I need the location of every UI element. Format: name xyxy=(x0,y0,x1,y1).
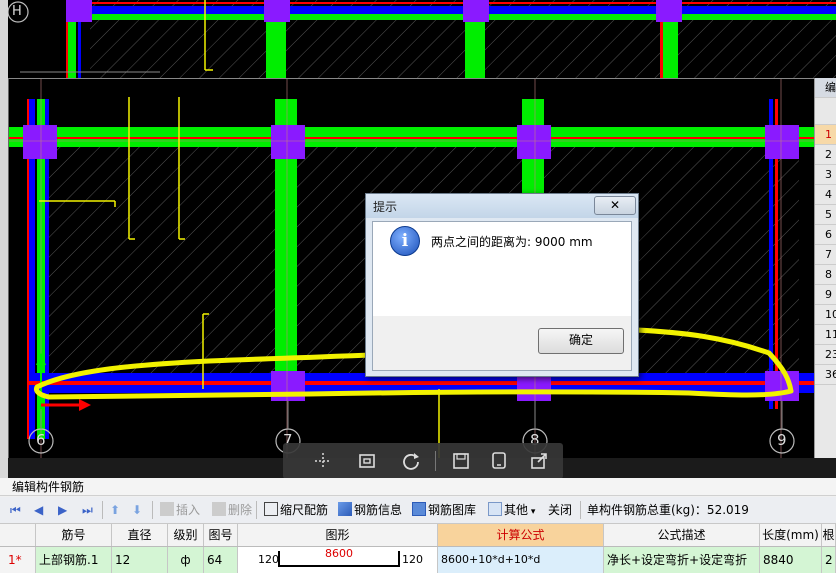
right-panel-row[interactable]: 9 xyxy=(815,285,836,305)
export-icon[interactable] xyxy=(529,451,549,471)
other-icon xyxy=(488,502,502,516)
scale-icon xyxy=(264,502,278,516)
col-header[interactable]: 公式描述 xyxy=(604,524,760,546)
rebar-library-button[interactable]: 钢筋图库 xyxy=(412,501,476,519)
col-header[interactable]: 计算公式 xyxy=(438,524,604,546)
col-header[interactable]: 图号 xyxy=(204,524,238,546)
cell-grade[interactable]: ф xyxy=(168,547,204,573)
dialog-close-button[interactable]: ✕ xyxy=(594,196,636,215)
col-header[interactable]: 级别 xyxy=(168,524,204,546)
message-dialog: 提示 ✕ i 两点之间的距离为: 9000 mm 确定 xyxy=(365,193,639,377)
cad-drawing-top xyxy=(7,0,836,78)
rebar-grid-header: 筋号 直径(mm) 级别 图号 图形 计算公式 公式描述 长度(mm) 根 xyxy=(0,524,836,564)
shape-mid-length: 8600 xyxy=(325,547,353,560)
cell-shape[interactable]: 120 8600 120 xyxy=(238,547,438,573)
cell-name[interactable]: 上部钢筋.1 xyxy=(36,547,112,573)
right-panel-row[interactable]: 36 xyxy=(815,365,836,385)
right-panel-row[interactable]: 6 xyxy=(815,225,836,245)
prev-record-icon[interactable]: ◀ xyxy=(34,501,43,519)
info-icon: i xyxy=(390,226,420,256)
screen-icon[interactable] xyxy=(489,451,509,471)
row-index[interactable]: 1* xyxy=(0,547,36,573)
axis-label-6: 6 xyxy=(36,431,46,449)
col-header[interactable]: 直径(mm) xyxy=(112,524,168,564)
right-panel-row[interactable]: 7 xyxy=(815,245,836,265)
other-menu-button[interactable]: 其他 ▾ xyxy=(488,501,535,519)
panel-title: 编辑构件钢筋 xyxy=(0,478,836,496)
floating-view-toolbar xyxy=(283,443,563,479)
right-panel-row[interactable]: 3 xyxy=(815,165,836,185)
shape-right-length: 120 xyxy=(402,553,423,566)
right-side-panel: 编 1 2 3 4 5 6 7 8 9 10 11 23 36 xyxy=(814,78,836,458)
shape-left-length: 120 xyxy=(258,553,279,566)
col-header[interactable]: 根 xyxy=(822,524,836,546)
rebar-library-icon xyxy=(412,502,426,516)
first-record-icon[interactable]: ⏮ xyxy=(10,501,21,519)
right-panel-row[interactable]: 2 xyxy=(815,145,836,165)
insert-icon xyxy=(160,502,174,516)
total-weight-label: 单构件钢筋总重(kg)：52.019 xyxy=(587,503,749,517)
cell-count[interactable]: 2 xyxy=(822,547,836,573)
fit-view-icon[interactable] xyxy=(357,451,377,471)
chevron-down-icon: ▾ xyxy=(528,507,536,517)
insert-button[interactable]: 插入 xyxy=(160,501,200,519)
row-header-corner xyxy=(0,524,36,546)
rebar-info-button[interactable]: 钢筋信息 xyxy=(338,501,402,519)
rebar-info-icon xyxy=(338,502,352,516)
last-record-icon[interactable]: ⏭ xyxy=(82,501,93,519)
delete-button[interactable]: 删除 xyxy=(212,501,252,519)
right-panel-row[interactable]: 5 xyxy=(815,205,836,225)
right-panel-row[interactable]: 10 xyxy=(815,305,836,325)
right-panel-row[interactable]: 8 xyxy=(815,265,836,285)
rebar-toolbar: ⏮ ◀ ▶ ⏭ ⬆ ⬇ 插入 删除 缩尺配筋 钢筋信息 钢筋图库 其他 ▾ 关闭… xyxy=(0,497,836,524)
right-panel-row[interactable]: 1 xyxy=(815,125,836,145)
cell-length[interactable]: 8840 xyxy=(760,547,822,573)
right-panel-header: 编 xyxy=(815,78,836,98)
move-down-icon[interactable]: ⬇ xyxy=(132,501,142,519)
axis-label-h: H xyxy=(12,4,22,19)
scale-rebar-button[interactable]: 缩尺配筋 xyxy=(264,501,328,519)
dialog-title: 提示 xyxy=(373,200,398,214)
col-header[interactable]: 长度(mm) xyxy=(760,524,822,546)
delete-icon xyxy=(212,502,226,516)
dialog-message: 两点之间的距离为: 9000 mm xyxy=(431,235,593,249)
close-button[interactable]: 关闭 xyxy=(548,501,572,519)
col-header[interactable]: 筋号 xyxy=(36,524,112,546)
col-header[interactable]: 图形 xyxy=(238,524,438,546)
left-frame-strip xyxy=(0,0,8,490)
table-row[interactable]: 1* 上部钢筋.1 12 ф 64 120 8600 120 8600+10*d… xyxy=(0,547,836,573)
cad-canvas-top[interactable]: H xyxy=(0,0,836,78)
cell-diameter[interactable]: 12 xyxy=(112,547,168,573)
ok-button[interactable]: 确定 xyxy=(538,328,624,354)
move-up-icon[interactable]: ⬆ xyxy=(110,501,120,519)
cell-description[interactable]: 净长+设定弯折+设定弯折 xyxy=(604,547,760,573)
save-icon[interactable] xyxy=(451,451,471,471)
cell-figure-no[interactable]: 64 xyxy=(204,547,238,573)
axis-label-9: 9 xyxy=(777,431,787,449)
next-record-icon[interactable]: ▶ xyxy=(58,501,67,519)
cell-formula[interactable]: 8600+10*d+10*d xyxy=(438,547,604,573)
pan-icon[interactable] xyxy=(313,451,333,471)
right-panel-row[interactable]: 11 xyxy=(815,325,836,345)
right-panel-row[interactable]: 23 xyxy=(815,345,836,365)
right-panel-row[interactable]: 4 xyxy=(815,185,836,205)
rotate-icon[interactable] xyxy=(401,451,421,471)
